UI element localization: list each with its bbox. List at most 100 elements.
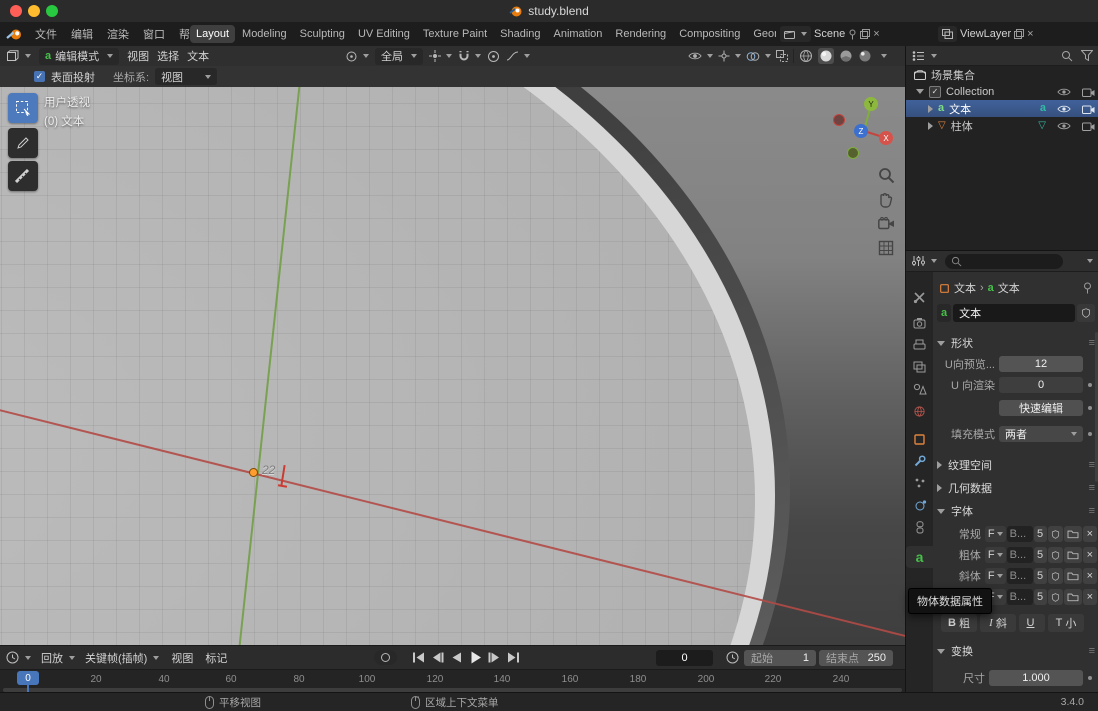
tab-compositing[interactable]: Compositing [673, 25, 746, 43]
coord-system-dropdown[interactable]: 视图 [155, 68, 218, 85]
tab-sculpting[interactable]: Sculpting [294, 25, 351, 43]
snap-target-button[interactable] [429, 50, 452, 62]
object-origin-dot[interactable] [249, 468, 258, 477]
tab-texture-paint[interactable]: Texture Paint [417, 25, 493, 43]
id-type-button[interactable]: a [937, 304, 952, 322]
animate-dot[interactable] [1088, 676, 1092, 680]
section-shape[interactable]: 形状 ≡ [937, 334, 1095, 352]
font-file-button[interactable]: F [984, 568, 1006, 584]
new-scene-icon[interactable] [860, 29, 871, 39]
falloff-curve-button[interactable] [506, 50, 530, 62]
font-users-count[interactable]: 5 [1033, 526, 1047, 542]
tab-modifiers[interactable] [906, 450, 933, 472]
frame-start-field[interactable]: 起始 1 [744, 650, 816, 666]
timeline-editor-type-button[interactable] [6, 651, 31, 664]
measure-tool[interactable] [8, 161, 38, 191]
outliner-row-collection[interactable]: ✓ Collection [906, 83, 1098, 100]
tab-uv-editing[interactable]: UV Editing [352, 25, 416, 43]
font-name-field[interactable]: B... [1006, 568, 1033, 584]
orientation-dropdown[interactable]: 全局 [375, 47, 423, 65]
outliner-row-scene-collection[interactable]: 场景集合 [906, 66, 1098, 83]
breadcrumb-object[interactable]: 文本 [954, 280, 976, 296]
overlays-button[interactable] [746, 51, 771, 62]
font-file-button[interactable]: F [984, 547, 1006, 563]
jump-to-end-button[interactable] [505, 650, 522, 665]
close-icon[interactable]: × [1027, 28, 1033, 40]
auto-key-toggle[interactable] [374, 650, 397, 665]
navigation-gizmo[interactable]: Y X Z [830, 93, 900, 163]
outliner-row-text-object[interactable]: a 文本 a [906, 100, 1098, 117]
camera-view-button[interactable] [878, 217, 895, 230]
shading-rendered-button[interactable] [858, 49, 872, 63]
italic-toggle[interactable]: I斜 [980, 614, 1016, 632]
timeline-menu-marker[interactable]: 标记 [205, 650, 227, 666]
shading-dropdown[interactable] [881, 54, 887, 58]
font-name-field[interactable]: B... [1006, 526, 1033, 542]
select-box-tool[interactable] [8, 93, 38, 123]
underline-toggle[interactable]: U [1019, 614, 1045, 632]
tab-rendering[interactable]: Rendering [609, 25, 672, 43]
scene-selector[interactable] [780, 26, 811, 42]
section-geometry-data[interactable]: 几何数据 ≡ [937, 479, 1095, 497]
pin-icon[interactable] [848, 29, 857, 40]
properties-editor-type-button[interactable] [912, 255, 937, 267]
menu-edit[interactable]: 编辑 [65, 25, 99, 43]
tab-object-data[interactable]: a [906, 546, 933, 568]
tab-modeling[interactable]: Modeling [236, 25, 293, 43]
scene-name[interactable]: Scene [814, 28, 845, 40]
menu-text[interactable]: 文本 [187, 48, 209, 64]
tab-constraints[interactable] [906, 516, 933, 538]
unlink-button[interactable]: × [1082, 589, 1097, 605]
section-transform[interactable]: 变换 ≡ [937, 642, 1095, 660]
hide-eye-icon[interactable] [1057, 121, 1071, 131]
ortho-toggle-button[interactable] [878, 240, 894, 256]
tab-tool[interactable] [906, 286, 933, 308]
open-font-button[interactable] [1063, 589, 1082, 605]
timeline-menu-playback[interactable]: 回放 [41, 650, 75, 666]
font-name-field[interactable]: B... [1006, 589, 1033, 605]
outliner-search-icon[interactable] [1061, 50, 1073, 62]
open-font-button[interactable] [1063, 526, 1082, 542]
font-users-count[interactable]: 5 [1033, 589, 1047, 605]
bold-toggle[interactable]: B粗 [941, 614, 977, 632]
menu-view3d[interactable]: 视图 [127, 48, 149, 64]
section-texture-space[interactable]: 纹理空间 ≡ [937, 456, 1095, 474]
tab-physics[interactable] [906, 494, 933, 516]
zoom-view-button[interactable] [878, 167, 895, 184]
animate-dot[interactable] [1088, 432, 1092, 436]
tab-world[interactable] [906, 400, 933, 422]
annotate-tool[interactable] [8, 128, 38, 158]
open-font-button[interactable] [1063, 568, 1082, 584]
menu-file[interactable]: 文件 [29, 25, 63, 43]
font-name-field[interactable]: B... [1006, 547, 1033, 563]
properties-search-input[interactable] [945, 253, 1063, 269]
timeline-ruler[interactable]: 20 40 60 80 100 120 140 160 180 200 220 … [0, 669, 905, 694]
tab-object[interactable] [906, 428, 933, 450]
next-keyframe-button[interactable] [486, 650, 503, 665]
shading-solid-button[interactable] [818, 48, 834, 64]
proportional-editing-icon[interactable] [487, 50, 500, 63]
unlink-button[interactable]: × [1082, 547, 1097, 563]
u-render-field[interactable]: 0 [999, 377, 1083, 393]
menu-window[interactable]: 窗口 [137, 25, 171, 43]
menu-render[interactable]: 渲染 [101, 25, 135, 43]
new-viewlayer-icon[interactable] [1014, 29, 1025, 39]
frame-end-field[interactable]: 结束点 250 [819, 650, 893, 666]
playhead-marker[interactable]: 0 [17, 671, 39, 685]
outliner-row-cylinder-object[interactable]: ▽ 柱体 ▽ [906, 117, 1098, 134]
font-users-count[interactable]: 5 [1033, 568, 1047, 584]
font-file-button[interactable]: F [984, 526, 1006, 542]
timeline-menu-view[interactable]: 视图 [171, 650, 193, 666]
open-font-button[interactable] [1063, 547, 1082, 563]
tab-view-layer[interactable] [906, 356, 933, 378]
fake-user-button[interactable] [1077, 304, 1095, 322]
tab-particles[interactable] [906, 472, 933, 494]
prev-keyframe-button[interactable] [429, 650, 446, 665]
clock-icon[interactable] [726, 651, 739, 664]
play-reverse-button[interactable] [448, 650, 465, 665]
shading-wireframe-button[interactable] [799, 49, 813, 63]
u-preview-field[interactable]: 12 [999, 356, 1083, 372]
tab-render[interactable] [906, 312, 933, 334]
timeline-menu-keying[interactable]: 关键帧(插帧) [85, 650, 160, 666]
unlink-button[interactable]: × [1082, 526, 1097, 542]
